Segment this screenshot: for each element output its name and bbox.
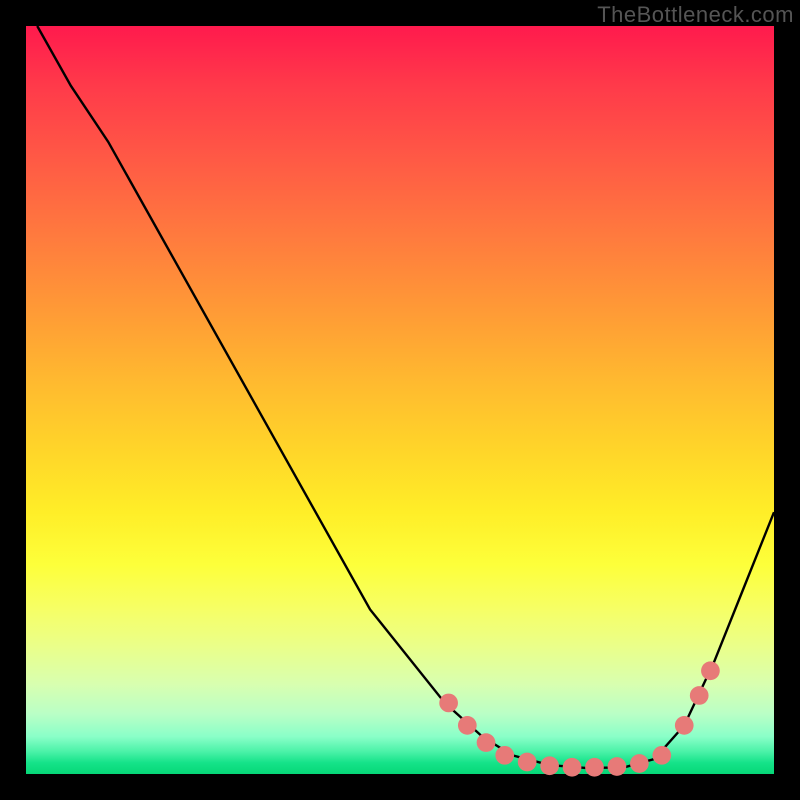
curve-marker xyxy=(540,756,559,775)
plot-area xyxy=(26,26,774,774)
curve-marker xyxy=(585,758,604,777)
curve-marker xyxy=(630,754,649,773)
curve-marker xyxy=(518,753,537,772)
curve-marker xyxy=(652,746,671,765)
curve-marker xyxy=(439,694,458,713)
curve-marker xyxy=(608,757,627,776)
curve-line xyxy=(37,26,774,768)
chart-frame: TheBottleneck.com xyxy=(0,0,800,800)
chart-svg xyxy=(26,26,774,774)
curve-markers xyxy=(439,661,720,776)
curve-marker xyxy=(495,746,514,765)
curve-marker xyxy=(458,716,477,735)
curve-marker xyxy=(563,758,582,777)
watermark-label: TheBottleneck.com xyxy=(597,2,794,28)
curve-marker xyxy=(690,686,709,705)
curve-marker xyxy=(477,733,496,752)
curve-marker xyxy=(675,716,694,735)
curve-marker xyxy=(701,661,720,680)
